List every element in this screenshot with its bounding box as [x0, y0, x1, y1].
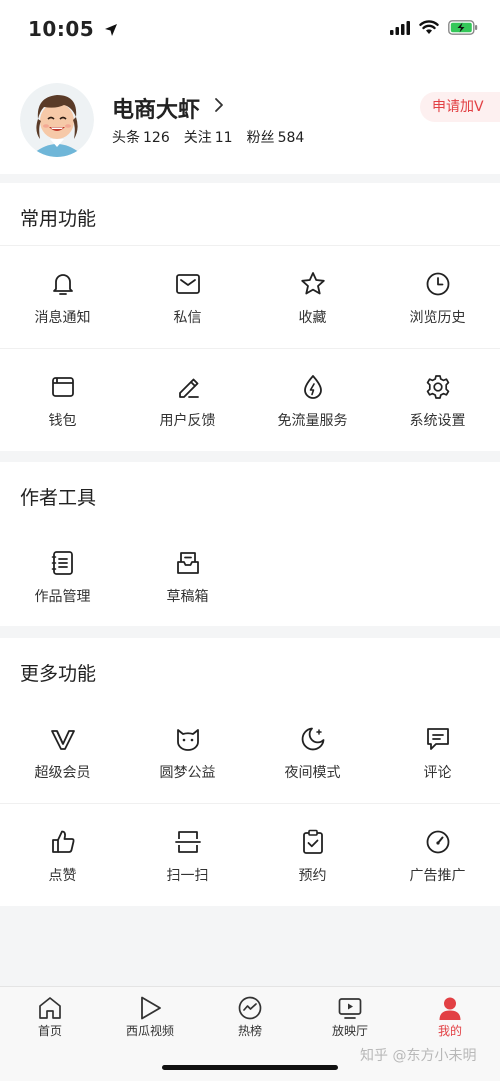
scan-icon — [174, 831, 201, 853]
pen-icon — [178, 378, 199, 398]
menu-item-settings[interactable]: 系统设置 — [375, 349, 500, 451]
tab-xigua-video[interactable]: 西瓜视频 — [100, 987, 200, 1047]
more-functions-section: 更多功能 超级会员 圆梦公益 夜间模式 评论 点赞 扫一扫 预约 广告推广 — [0, 638, 500, 906]
menu-item-messages[interactable]: 私信 — [125, 246, 250, 348]
droplet-icon — [303, 375, 322, 399]
menu-item-comments[interactable]: 评论 — [375, 701, 500, 803]
menu-item-charity[interactable]: 圆梦公益 — [125, 701, 250, 803]
section-title-common: 常用功能 — [20, 208, 97, 230]
battery-charging-icon — [448, 20, 478, 35]
status-bar: 10:05 — [0, 0, 500, 60]
trend-icon — [238, 996, 262, 1020]
common-functions-section: 常用功能 消息通知 私信 收藏 浏览历史 钱包 用户反馈 免流量服务 系统设置 — [0, 183, 500, 451]
menu-item-wallet[interactable]: 钱包 — [0, 349, 125, 451]
envelope-icon — [175, 274, 200, 294]
menu-item-reservation[interactable]: 预约 — [250, 804, 375, 906]
cat-face-icon — [176, 729, 199, 751]
menu-item-ads[interactable]: 广告推广 — [375, 804, 500, 906]
clock-icon — [426, 272, 449, 296]
thumbs-up-icon — [51, 830, 74, 853]
tab-hot-list[interactable]: 热榜 — [200, 987, 300, 1047]
clipboard-check-icon — [302, 829, 323, 854]
tv-play-icon — [338, 998, 362, 1019]
moon-icon — [301, 727, 324, 751]
wifi-icon — [419, 20, 439, 34]
tab-mine[interactable]: 我的 — [400, 987, 500, 1047]
menu-item-works[interactable]: 作品管理 — [0, 525, 125, 627]
avatar[interactable] — [20, 83, 94, 157]
menu-item-drafts[interactable]: 草稿箱 — [125, 525, 250, 627]
gear-icon — [426, 375, 449, 399]
profile-header: 电商大虾 头条 126 关注 11 粉丝 584 申请加V — [0, 60, 500, 174]
user-icon — [439, 997, 461, 1020]
tab-home[interactable]: 首页 — [0, 987, 100, 1047]
bell-icon — [52, 274, 73, 295]
stat-headlines[interactable]: 头条 126 — [112, 127, 170, 147]
tab-theater[interactable]: 放映厅 — [300, 987, 400, 1047]
menu-item-likes[interactable]: 点赞 — [0, 804, 125, 906]
star-icon — [300, 272, 325, 295]
avatar-cartoon-icon — [20, 83, 94, 157]
cellular-signal-icon — [390, 20, 410, 35]
menu-item-night-mode[interactable]: 夜间模式 — [250, 701, 375, 803]
watermark: 知乎 @东方小未明 — [360, 1048, 477, 1064]
menu-item-scan[interactable]: 扫一扫 — [125, 804, 250, 906]
chevron-right-icon[interactable] — [214, 97, 224, 113]
menu-item-history[interactable]: 浏览历史 — [375, 246, 500, 348]
notebook-icon — [51, 551, 73, 575]
comment-icon — [426, 728, 449, 750]
section-title-author: 作者工具 — [20, 487, 97, 509]
author-tools-section: 作者工具 作品管理 草稿箱 — [0, 462, 500, 626]
apply-verification-button[interactable]: 申请加V — [420, 92, 500, 122]
play-icon — [141, 996, 161, 1020]
wallet-icon — [51, 377, 74, 397]
vip-icon — [50, 730, 75, 750]
menu-item-data-free[interactable]: 免流量服务 — [250, 349, 375, 451]
menu-item-notifications[interactable]: 消息通知 — [0, 246, 125, 348]
status-time: 10:05 — [28, 17, 95, 41]
location-arrow-icon — [104, 24, 117, 36]
gauge-icon — [426, 830, 449, 854]
stat-following[interactable]: 关注 11 — [184, 127, 233, 147]
menu-item-feedback[interactable]: 用户反馈 — [125, 349, 250, 451]
home-icon — [39, 997, 61, 1019]
section-title-more: 更多功能 — [20, 663, 97, 685]
inbox-icon — [176, 552, 199, 574]
menu-item-favorites[interactable]: 收藏 — [250, 246, 375, 348]
stat-followers[interactable]: 粉丝 584 — [247, 127, 305, 147]
home-indicator — [162, 1065, 338, 1070]
profile-stats: 头条 126 关注 11 粉丝 584 — [112, 127, 304, 147]
menu-item-vip[interactable]: 超级会员 — [0, 701, 125, 803]
username[interactable]: 电商大虾 — [112, 92, 200, 124]
